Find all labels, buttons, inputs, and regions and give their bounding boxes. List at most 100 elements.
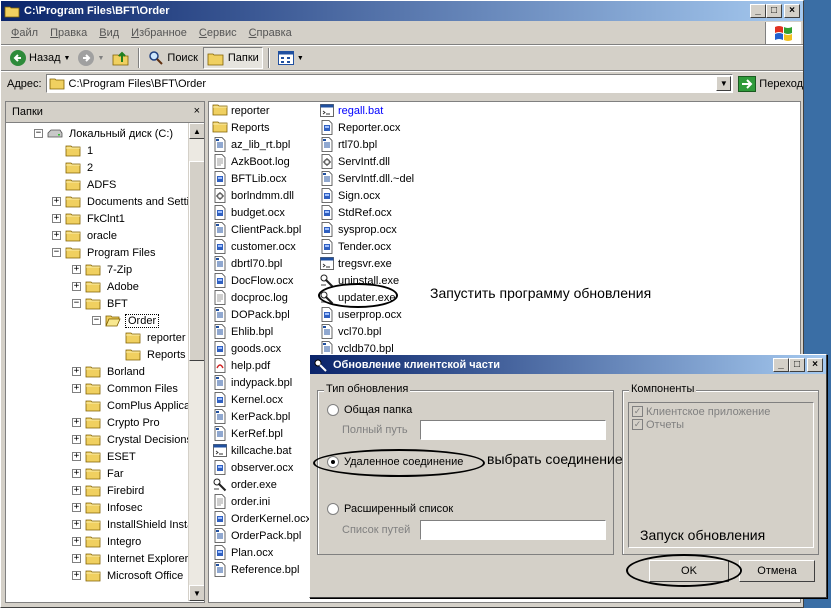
tree-item[interactable]: + InstallShield Insta: [72, 516, 195, 533]
expand-icon[interactable]: +: [52, 197, 61, 206]
dialog-titlebar[interactable]: Обновление клиентской части _ □ ×: [310, 355, 826, 374]
collapse-icon[interactable]: −: [92, 316, 101, 325]
file-item[interactable]: sysprop.ocx: [319, 221, 414, 238]
tree-item[interactable]: − Program Files: [52, 244, 157, 261]
file-item[interactable]: budget.ocx: [212, 204, 311, 221]
file-item[interactable]: userprop.ocx: [319, 306, 414, 323]
file-item[interactable]: docproc.log: [212, 289, 311, 306]
file-item[interactable]: Reference.bpl: [212, 561, 311, 578]
file-item[interactable]: observer.ocx: [212, 459, 311, 476]
file-item[interactable]: DOPack.bpl: [212, 306, 311, 323]
tree-item[interactable]: 2: [52, 159, 95, 176]
expand-icon[interactable]: +: [72, 537, 81, 546]
menu-item[interactable]: Вид: [93, 27, 125, 39]
tree-item[interactable]: + Documents and Setti: [52, 193, 191, 210]
file-item[interactable]: order.exe: [212, 476, 311, 493]
file-item[interactable]: tregsvr.exe: [319, 255, 414, 272]
scroll-up-button[interactable]: ▲: [189, 123, 204, 139]
tree-item[interactable]: + Borland: [72, 363, 147, 380]
file-item[interactable]: Ehlib.bpl: [212, 323, 311, 340]
file-item[interactable]: Tender.ocx: [319, 238, 414, 255]
expand-icon[interactable]: +: [72, 367, 81, 376]
expand-icon[interactable]: +: [72, 418, 81, 427]
file-item[interactable]: Sign.ocx: [319, 187, 414, 204]
file-item[interactable]: Plan.ocx: [212, 544, 311, 561]
scroll-thumb[interactable]: [189, 161, 204, 361]
dialog-maximize-button[interactable]: □: [789, 358, 805, 372]
folders-button[interactable]: Папки: [202, 47, 263, 69]
file-item[interactable]: rtl70.bpl: [319, 136, 414, 153]
tree-item[interactable]: reporter: [112, 329, 188, 346]
tree-item[interactable]: Reports: [112, 346, 188, 363]
file-item[interactable]: StdRef.ocx: [319, 204, 414, 221]
dialog-close-button[interactable]: ×: [807, 358, 823, 372]
file-item[interactable]: KerPack.bpl: [212, 408, 311, 425]
up-folder-button[interactable]: [109, 47, 133, 69]
tree-item[interactable]: + oracle: [52, 227, 119, 244]
back-button[interactable]: Назад ▼: [7, 47, 73, 69]
file-item[interactable]: reporter: [212, 102, 311, 119]
file-item[interactable]: ServIntf.dll: [319, 153, 414, 170]
expand-icon[interactable]: +: [72, 554, 81, 563]
search-button[interactable]: Поиск: [145, 47, 200, 69]
expand-icon[interactable]: +: [72, 486, 81, 495]
menu-item[interactable]: Файл: [5, 27, 44, 39]
tree-item[interactable]: + Crypto Pro: [72, 414, 162, 431]
tree-item[interactable]: ComPlus Applicat: [72, 397, 195, 414]
path-list-input[interactable]: [420, 520, 606, 540]
component-checkbox[interactable]: ✓ Отчеты: [632, 418, 813, 431]
radio-extended-list[interactable]: Расширенный список: [327, 503, 453, 515]
expand-icon[interactable]: +: [72, 265, 81, 274]
component-checkbox[interactable]: ✓ Клиентское приложение: [632, 405, 813, 418]
tree-item[interactable]: + Integro: [72, 533, 143, 550]
address-dropdown-button[interactable]: ▼: [716, 76, 732, 91]
menu-item[interactable]: Сервис: [193, 27, 243, 39]
file-item[interactable]: customer.ocx: [212, 238, 311, 255]
views-button[interactable]: ▼: [275, 47, 307, 69]
tree-item[interactable]: +7-Zip: [72, 261, 134, 278]
cancel-button[interactable]: Отмена: [739, 560, 815, 582]
file-item[interactable]: killcache.bat: [212, 442, 311, 459]
close-button[interactable]: ×: [784, 4, 800, 18]
file-item[interactable]: OrderPack.bpl: [212, 527, 311, 544]
tree-item[interactable]: + Firebird: [72, 482, 146, 499]
tree-item[interactable]: + Infosec: [72, 499, 144, 516]
expand-icon[interactable]: +: [52, 214, 61, 223]
file-item[interactable]: vcl70.bpl: [319, 323, 414, 340]
expand-icon[interactable]: +: [72, 520, 81, 529]
expand-icon[interactable]: +: [72, 384, 81, 393]
file-item[interactable]: DocFlow.ocx: [212, 272, 311, 289]
maximize-button[interactable]: □: [766, 4, 782, 18]
tree-item[interactable]: + Far: [72, 465, 126, 482]
expand-icon[interactable]: +: [72, 282, 81, 291]
file-item[interactable]: BFTLib.ocx: [212, 170, 311, 187]
pane-close-icon[interactable]: ×: [194, 105, 200, 117]
file-item[interactable]: OrderKernel.ocx: [212, 510, 311, 527]
file-item[interactable]: KerRef.bpl: [212, 425, 311, 442]
file-item[interactable]: ServIntf.dll.~del: [319, 170, 414, 187]
expand-icon[interactable]: +: [72, 469, 81, 478]
dialog-minimize-button[interactable]: _: [773, 358, 789, 372]
forward-button[interactable]: ▼: [75, 47, 107, 69]
file-item[interactable]: dbrtl70.bpl: [212, 255, 311, 272]
tree-item[interactable]: 1: [52, 142, 95, 159]
tree-item[interactable]: + Microsoft Office: [72, 567, 185, 584]
file-item[interactable]: Reporter.ocx: [319, 119, 414, 136]
go-button[interactable]: Переход: [738, 75, 803, 92]
tree-item[interactable]: ADFS: [52, 176, 118, 193]
scroll-down-button[interactable]: ▼: [189, 585, 204, 601]
minimize-button[interactable]: _: [750, 4, 766, 18]
file-item[interactable]: borlndmm.dll: [212, 187, 311, 204]
folder-tree-scrollbar[interactable]: ▲ ▼: [188, 123, 204, 601]
explorer-titlebar[interactable]: C:\Program Files\BFT\Order _ □ ×: [1, 1, 803, 21]
menu-item[interactable]: Избранное: [125, 27, 193, 39]
file-item[interactable]: Kernel.ocx: [212, 391, 311, 408]
expand-icon[interactable]: +: [72, 435, 81, 444]
tree-item[interactable]: − Order: [92, 312, 160, 329]
tree-item[interactable]: + Internet Explorer: [72, 550, 190, 567]
file-item[interactable]: ClientPack.bpl: [212, 221, 311, 238]
file-item[interactable]: order.ini: [212, 493, 311, 510]
collapse-icon[interactable]: −: [72, 299, 81, 308]
tree-item[interactable]: + Crystal Decisions: [72, 431, 194, 448]
tree-item[interactable]: + Adobe: [72, 278, 141, 295]
